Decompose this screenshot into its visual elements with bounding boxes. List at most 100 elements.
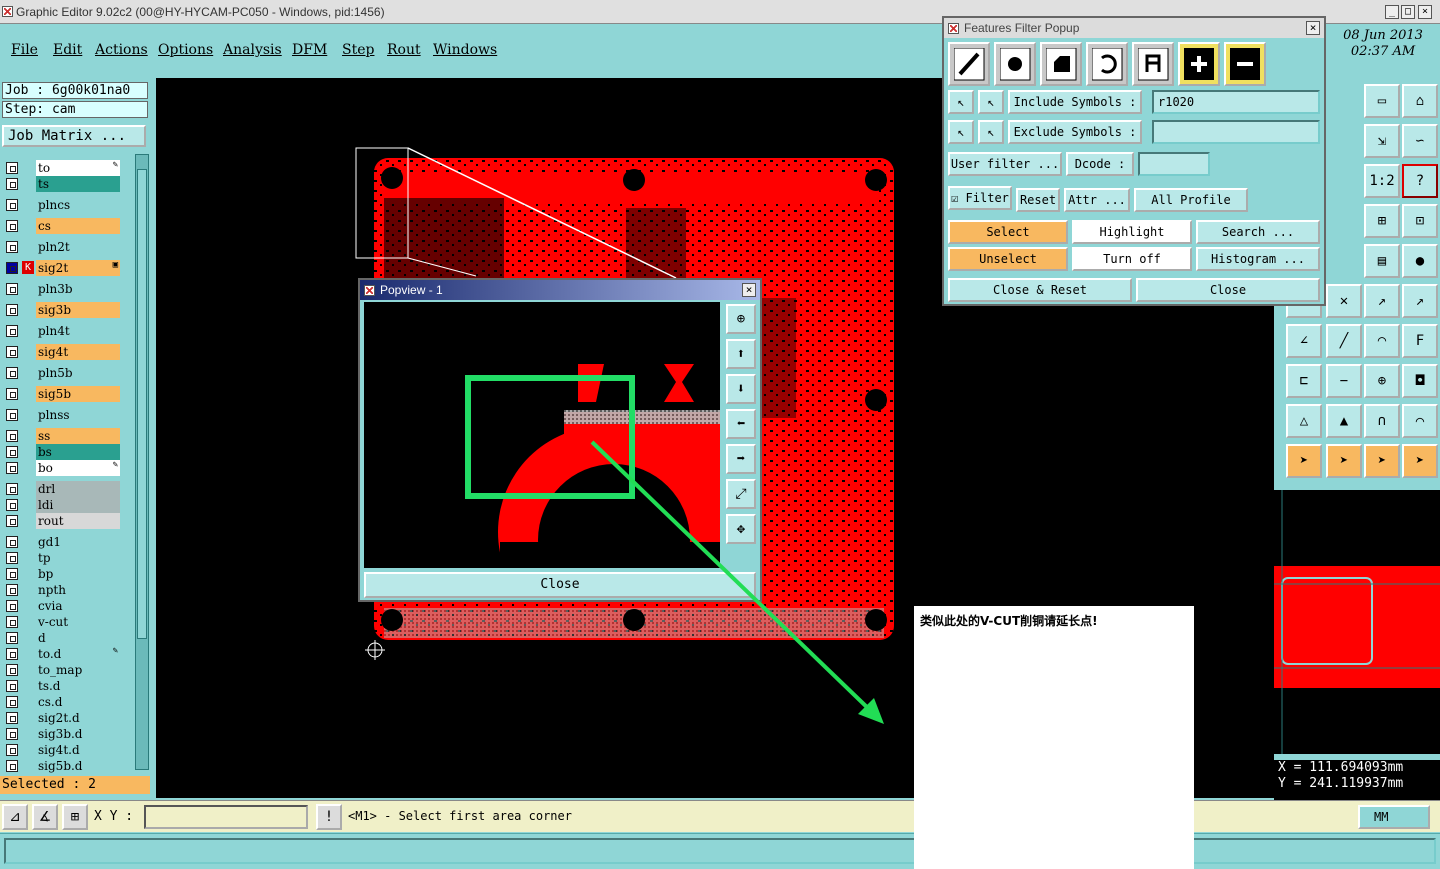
units-select[interactable]: MM: [1358, 805, 1430, 829]
layer-checkbox[interactable]: [6, 241, 18, 253]
menu-windows[interactable]: Windows: [433, 42, 497, 58]
histogram-button[interactable]: Histogram ...: [1196, 247, 1320, 271]
layer-checkbox[interactable]: [6, 648, 18, 660]
layer-row[interactable]: pln4t: [4, 323, 120, 339]
turn-off-button[interactable]: Turn off: [1072, 247, 1192, 271]
unselect-button[interactable]: Unselect: [948, 247, 1068, 271]
text-tool-icon[interactable]: F: [1402, 324, 1438, 358]
menu-analysis[interactable]: Analysis: [223, 42, 282, 58]
layer-checkbox[interactable]: [6, 760, 18, 772]
pan-tool-icon[interactable]: ⇲: [1364, 124, 1400, 158]
corner-icon[interactable]: ⊏: [1286, 364, 1322, 398]
cross-icon[interactable]: ✕: [1326, 284, 1362, 318]
layer-checkbox[interactable]: [6, 446, 18, 458]
menu-actions[interactable]: Actions: [95, 42, 148, 58]
include-arrow-icon[interactable]: ↖: [948, 90, 974, 114]
layer-row[interactable]: to.d ✎: [4, 646, 120, 662]
popview-canvas[interactable]: [364, 302, 720, 568]
snap-point-icon[interactable]: ⊡: [1402, 204, 1438, 238]
highlight-button[interactable]: Highlight: [1072, 220, 1192, 244]
menu-options[interactable]: Options: [158, 42, 213, 58]
arc-icon[interactable]: ◠: [1364, 324, 1400, 358]
layer-checkbox[interactable]: [6, 584, 18, 596]
layer-checkbox[interactable]: [6, 409, 18, 421]
layer-checkbox[interactable]: [6, 499, 18, 511]
layer-checkbox[interactable]: [6, 462, 18, 474]
user-filter-button[interactable]: User filter ...: [948, 152, 1062, 176]
minimize-button[interactable]: _: [1385, 5, 1399, 19]
all-profile-select[interactable]: All Profile: [1134, 188, 1248, 212]
layer-checkbox[interactable]: [6, 262, 18, 274]
menu-dfm[interactable]: DFM: [292, 42, 327, 58]
copy-point-icon[interactable]: ↗: [1402, 284, 1438, 318]
layer-checkbox[interactable]: [6, 162, 18, 174]
layer-row[interactable]: pln2t: [4, 239, 120, 255]
filter-close-x-button[interactable]: ×: [1306, 21, 1320, 35]
layer-checkbox[interactable]: [6, 712, 18, 724]
exclude-arrow2-icon[interactable]: ↖: [978, 120, 1004, 144]
layer-row[interactable]: ts.d: [4, 678, 120, 694]
popview-close-x-button[interactable]: ×: [742, 283, 756, 297]
popview-close-button[interactable]: Close: [364, 572, 756, 598]
layer-checkbox[interactable]: [6, 616, 18, 628]
arc-symbol-button[interactable]: [1086, 42, 1128, 86]
layer-checkbox[interactable]: [6, 430, 18, 442]
xy-input[interactable]: [144, 805, 308, 829]
search-button[interactable]: Search ...: [1196, 220, 1320, 244]
reset-button[interactable]: Reset: [1016, 188, 1060, 212]
layer-row[interactable]: tp: [4, 550, 120, 566]
zoom-tool-icon[interactable]: ▭: [1364, 84, 1400, 118]
close-reset-button[interactable]: Close & Reset: [948, 278, 1132, 302]
layer-checkbox[interactable]: [6, 696, 18, 708]
layer-row[interactable]: sig3b.d: [4, 726, 120, 742]
layer-row[interactable]: Ksig2t ▣: [4, 260, 120, 276]
popview-down-icon[interactable]: ⬇: [726, 374, 756, 404]
layer-row[interactable]: to ✎: [4, 160, 120, 176]
layer-checkbox[interactable]: [6, 632, 18, 644]
layer-checkbox[interactable]: [6, 367, 18, 379]
filter-close-button[interactable]: Close: [1136, 278, 1320, 302]
layer-checkbox[interactable]: [6, 744, 18, 756]
positive-polarity-button[interactable]: [1178, 42, 1220, 86]
layer-row[interactable]: ts: [4, 176, 120, 192]
measure-tool-icon[interactable]: ∽: [1402, 124, 1438, 158]
layer-row[interactable]: pln3b: [4, 281, 120, 297]
layer-row[interactable]: plncs: [4, 197, 120, 213]
overview-map[interactable]: [1274, 490, 1440, 754]
line-draw-icon[interactable]: ╱: [1326, 324, 1362, 358]
layer-checkbox[interactable]: [6, 388, 18, 400]
layer-row[interactable]: ldi: [4, 497, 120, 513]
dcode-button[interactable]: Dcode :: [1066, 152, 1134, 176]
layer-row[interactable]: d: [4, 630, 120, 646]
menu-file[interactable]: File: [11, 42, 38, 58]
pointer-icon[interactable]: ➤: [1286, 444, 1322, 478]
layer-row[interactable]: bs: [4, 444, 120, 460]
pad-icon[interactable]: ●: [1402, 244, 1438, 278]
scroll-thumb[interactable]: [137, 169, 147, 639]
layer-row[interactable]: sig2t.d: [4, 710, 120, 726]
exclude-arrow-icon[interactable]: ↖: [948, 120, 974, 144]
layer-checkbox[interactable]: [6, 178, 18, 190]
layer-checkbox[interactable]: [6, 664, 18, 676]
pointer-box-icon[interactable]: ➤: [1326, 444, 1362, 478]
exclude-symbols-input[interactable]: [1152, 120, 1320, 144]
job-matrix-button[interactable]: Job Matrix ...: [2, 125, 146, 147]
layer-checkbox[interactable]: [6, 283, 18, 295]
popview-left-icon[interactable]: ⬅: [726, 409, 756, 439]
include-symbols-button[interactable]: Include Symbols :: [1008, 90, 1142, 114]
home-view-icon[interactable]: ⌂: [1402, 84, 1438, 118]
triangle-icon[interactable]: △: [1286, 404, 1322, 438]
dcode-input[interactable]: [1138, 152, 1210, 176]
include-symbols-input[interactable]: r1020: [1152, 90, 1320, 114]
surface-symbol-button[interactable]: [1040, 42, 1082, 86]
arch-wide-icon[interactable]: ⌒: [1402, 404, 1438, 438]
popview-fit-icon[interactable]: ⤢: [726, 479, 756, 509]
split-icon[interactable]: −: [1326, 364, 1362, 398]
menu-step[interactable]: Step: [342, 42, 374, 58]
popview-zoom-in-icon[interactable]: ⊕: [726, 304, 756, 334]
close-window-button[interactable]: ×: [1418, 5, 1432, 19]
pad-symbol-button[interactable]: [994, 42, 1036, 86]
filter-toggle[interactable]: ☑ Filter: [948, 186, 1012, 210]
layer-row[interactable]: ss: [4, 428, 120, 444]
layer-checkbox[interactable]: [6, 552, 18, 564]
